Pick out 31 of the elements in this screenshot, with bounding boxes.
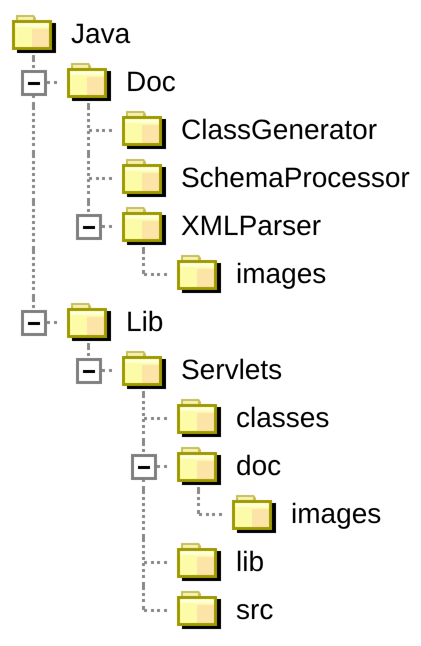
folder-label[interactable]: classes bbox=[236, 402, 330, 434]
toggle-button[interactable] bbox=[21, 70, 47, 96]
folder-icon bbox=[12, 15, 56, 53]
folder-label[interactable]: SchemaProcessor bbox=[181, 162, 410, 194]
folder-icon bbox=[232, 495, 276, 533]
folder-icon bbox=[176, 591, 220, 629]
folder-label[interactable]: images bbox=[291, 498, 382, 530]
folder-icon bbox=[176, 399, 220, 437]
folder-label[interactable]: doc bbox=[236, 450, 282, 482]
folder-label[interactable]: Servlets bbox=[181, 354, 282, 386]
folder-icon bbox=[66, 303, 110, 341]
folder-label[interactable]: ClassGenerator bbox=[181, 114, 378, 146]
folder-label[interactable]: Doc bbox=[126, 66, 176, 98]
toggle-button[interactable] bbox=[76, 358, 102, 384]
folder-label[interactable]: lib bbox=[236, 546, 264, 578]
toggle-button[interactable] bbox=[76, 214, 102, 240]
folder-icon bbox=[176, 447, 220, 485]
folder-label[interactable]: images bbox=[236, 258, 326, 290]
toggle-button[interactable] bbox=[131, 454, 157, 480]
folder-icon bbox=[176, 255, 220, 293]
folder-icon bbox=[176, 543, 220, 581]
folder-label[interactable]: XMLParser bbox=[181, 210, 322, 242]
folder-icon bbox=[66, 63, 110, 101]
folder-label[interactable]: src bbox=[236, 594, 274, 626]
folder-icon bbox=[122, 351, 166, 389]
folder-label[interactable]: Java bbox=[71, 18, 130, 50]
folder-icon bbox=[122, 207, 166, 245]
folder-icon bbox=[122, 159, 166, 197]
toggle-button[interactable] bbox=[21, 310, 47, 336]
folder-label[interactable]: Lib bbox=[126, 306, 164, 338]
folder-icon bbox=[122, 111, 166, 149]
